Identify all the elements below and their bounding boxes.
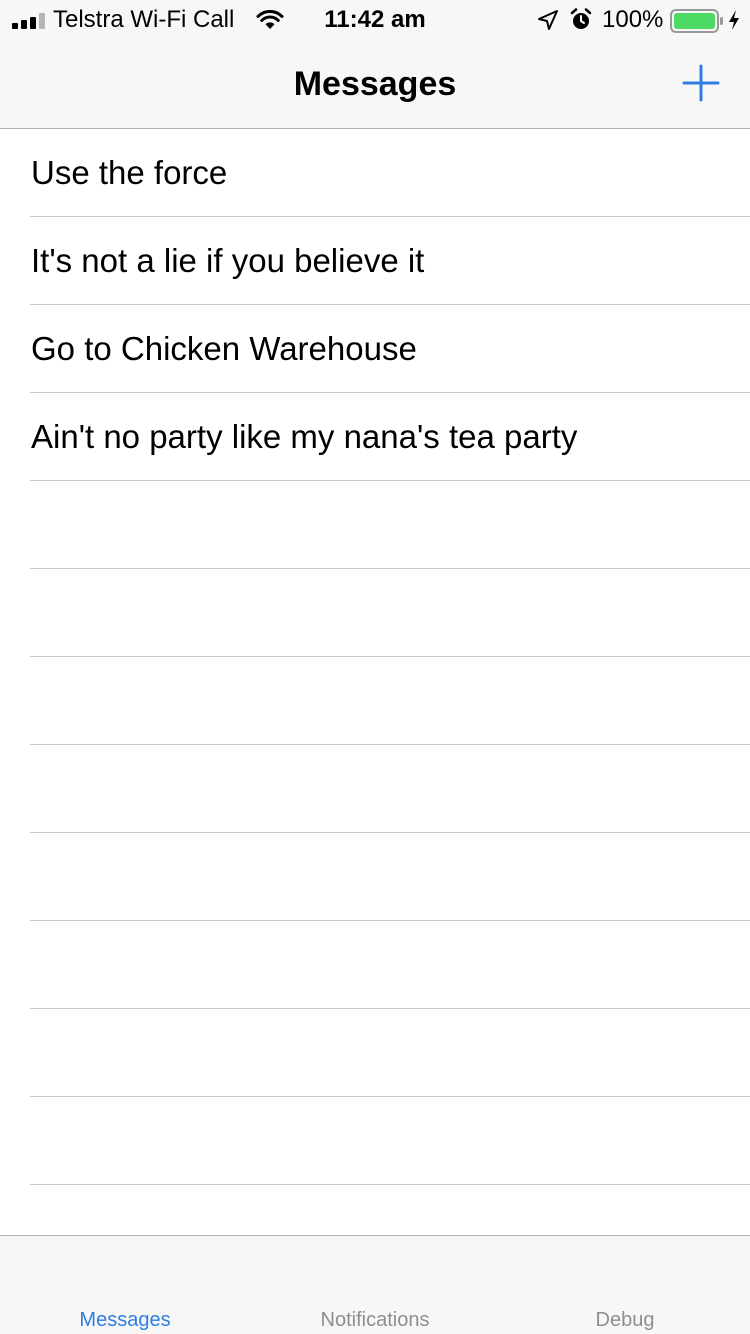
messages-screen: Telstra Wi-Fi Call 11:42 am 100% Message… [0,0,750,1334]
list-item[interactable]: Use the force [0,129,750,217]
message-text: Go to Chicken Warehouse [31,330,417,367]
empty-list-row [0,833,750,921]
empty-list-row [0,921,750,1009]
location-arrow-icon [538,10,558,30]
tab-bar: Messages Notifications Debug [0,1235,750,1334]
alarm-clock-icon [570,8,592,29]
navigation-bar: Messages [0,40,750,129]
list-item[interactable]: It's not a lie if you believe it [0,217,750,305]
message-list: Use the force It's not a lie if you beli… [0,129,750,1273]
tab-messages[interactable]: Messages [0,1236,250,1334]
message-text: Ain't no party like my nana's tea party [31,418,578,455]
plus-icon [682,64,720,102]
list-item[interactable]: Ain't no party like my nana's tea party [0,393,750,481]
message-text: It's not a lie if you believe it [31,242,425,279]
empty-list-row [0,745,750,833]
tab-notifications[interactable]: Notifications [250,1236,500,1334]
empty-list-row [0,481,750,569]
status-bar: Telstra Wi-Fi Call 11:42 am 100% [0,0,750,40]
page-title: Messages [293,65,457,103]
message-text: Use the force [31,154,228,191]
battery-icon [670,9,723,33]
tab-debug[interactable]: Debug [500,1236,750,1334]
tab-label: Notifications [320,1309,430,1331]
tab-label: Messages [79,1309,171,1331]
battery-percentage: 100% [602,6,664,33]
empty-list-row [0,1097,750,1185]
empty-list-row [0,569,750,657]
empty-list-row [0,1009,750,1097]
tab-label: Debug [595,1309,655,1331]
empty-list-row [0,657,750,745]
list-item[interactable]: Go to Chicken Warehouse [0,305,750,393]
charging-bolt-icon [729,10,739,30]
add-message-button[interactable] [672,54,730,112]
